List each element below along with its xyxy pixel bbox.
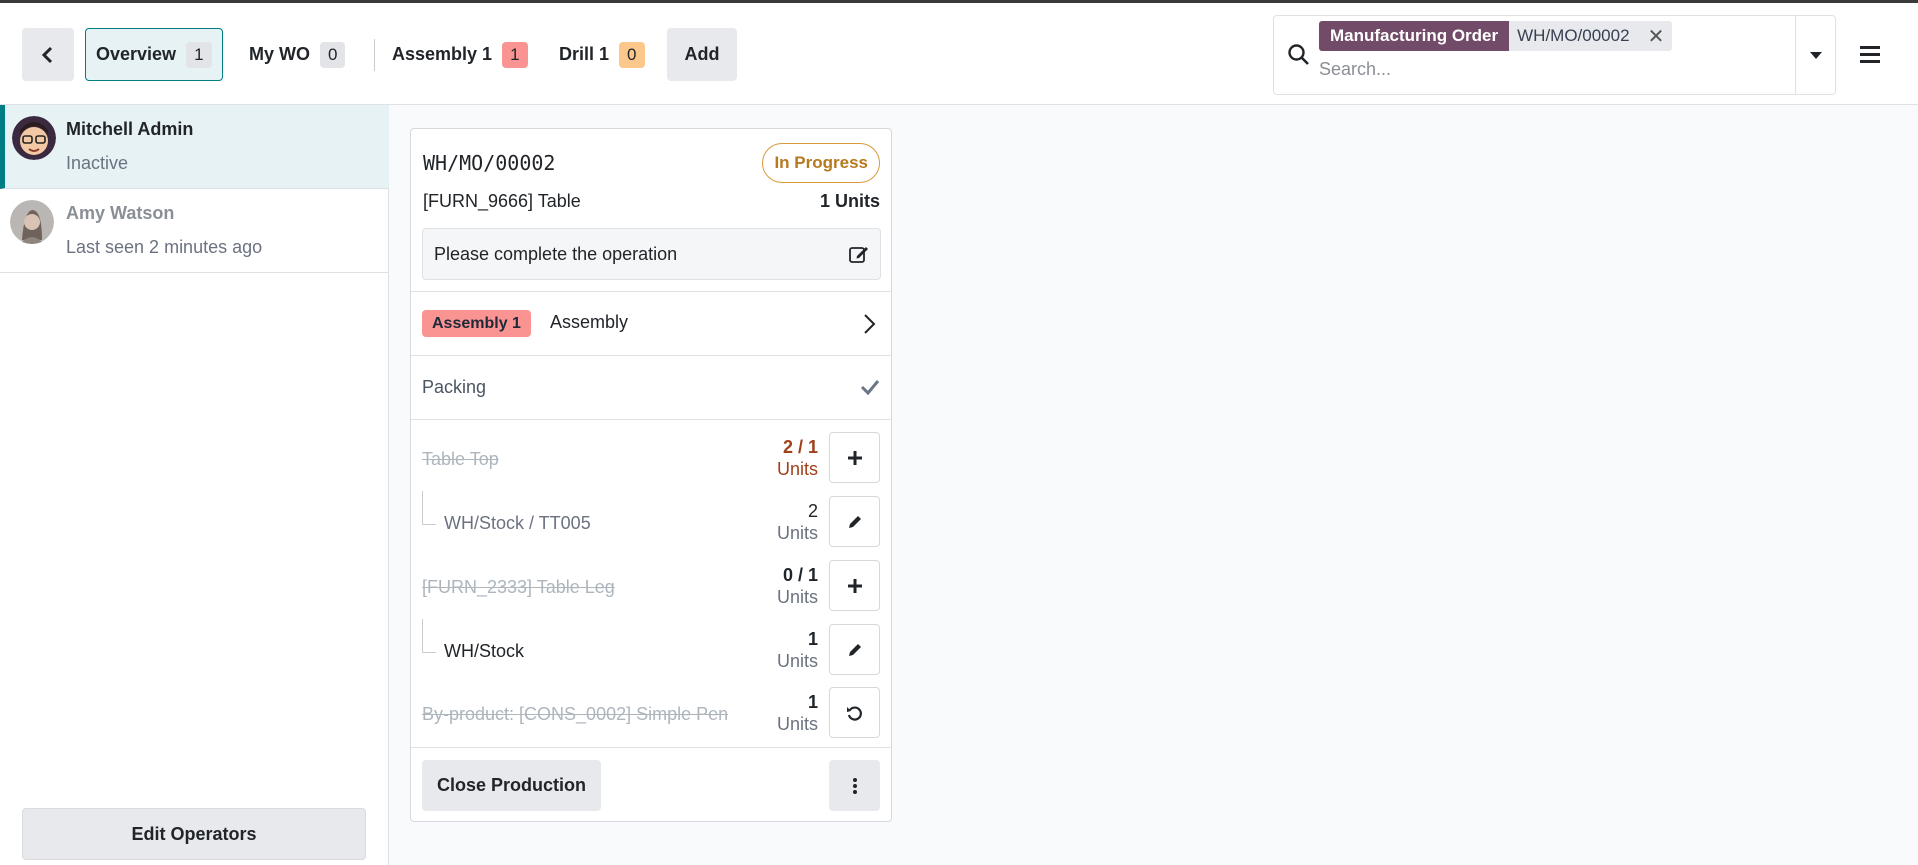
component-location: WH/Stock: [444, 641, 525, 661]
kebab-menu-icon: [852, 777, 857, 794]
divider: [411, 747, 891, 748]
search-facet: Manufacturing Order WH/MO/00002 ✕: [1319, 21, 1673, 51]
product-quantity: 1 Units: [819, 191, 880, 211]
control-panel: Overview 1 My WO 0 Assembly 1 1 Drill 1 …: [0, 3, 1918, 105]
edit-line-button[interactable]: [829, 624, 880, 675]
more-actions-button[interactable]: [829, 760, 880, 811]
tab-count-badge: 1: [502, 41, 528, 68]
avatar: [10, 200, 54, 244]
divider: [411, 355, 891, 356]
operator-status: Last seen 2 minutes ago: [66, 237, 263, 257]
pencil-icon: [848, 643, 861, 656]
operators-panel: Mitchell Admin Inactive Amy Watson Last …: [0, 105, 389, 865]
qty-uom: Units: [776, 714, 818, 734]
close-icon[interactable]: ✕: [1648, 24, 1665, 49]
search-options-toggle[interactable]: [1795, 16, 1835, 94]
mo-name[interactable]: WH/MO/00002: [423, 151, 555, 175]
pencil-icon: [848, 515, 861, 528]
qty-uom: Units: [776, 651, 818, 671]
qty-value: 2: [807, 501, 818, 521]
component-quantity: 1 Units: [777, 691, 818, 735]
tab-count-badge: 0: [619, 41, 645, 68]
qty-value: 0 / 1: [782, 565, 818, 585]
caret-down-icon: [1809, 52, 1822, 59]
component-line-row: WH/Stock 1 Units: [411, 619, 891, 679]
search-icon[interactable]: [1286, 42, 1312, 68]
qty-uom: Units: [776, 459, 818, 479]
check-icon[interactable]: [860, 377, 880, 397]
plus-icon: [847, 578, 862, 593]
tab-count-badge: 0: [320, 41, 346, 68]
menu-icon[interactable]: [1858, 43, 1884, 65]
tab-label: My WO: [249, 44, 310, 64]
qty-value: 2 / 1: [782, 437, 818, 457]
add-quantity-button[interactable]: [829, 560, 880, 611]
search-panel: Manufacturing Order WH/MO/00002 ✕: [1273, 15, 1836, 95]
status-badge: In Progress: [762, 143, 880, 183]
tab-count-badge: 1: [186, 41, 212, 68]
close-production-button[interactable]: Close Production: [422, 760, 601, 811]
component-quantity: 0 / 1 Units: [777, 564, 818, 608]
component-quantity: 2 Units: [777, 500, 818, 544]
facet-value: WH/MO/00002: [1517, 26, 1630, 45]
operator-name: Amy Watson: [66, 203, 175, 223]
tab-overview[interactable]: Overview 1: [85, 28, 223, 81]
component-row: Table Top 2 / 1 Units: [411, 431, 891, 487]
component-quantity: 1 Units: [777, 628, 818, 672]
search-input[interactable]: [1319, 55, 1779, 83]
byproduct-row: By-product: [CONS_0002] Simple Pen 1 Uni…: [411, 686, 891, 742]
operator-name: Mitchell Admin: [66, 119, 194, 139]
component-name: By-product: [CONS_0002] Simple Pen: [422, 704, 729, 724]
component-line-row: WH/Stock / TT005 2 Units: [411, 491, 891, 551]
product-name: [FURN_9666] Table: [423, 191, 581, 211]
edit-icon[interactable]: [848, 243, 870, 265]
operator-status: Inactive: [66, 153, 129, 173]
qty-value: 1: [807, 629, 818, 649]
tab-divider: [374, 39, 375, 71]
operator-item[interactable]: Mitchell Admin Inactive: [0, 105, 389, 189]
tab-drill[interactable]: Drill 1 0: [559, 28, 645, 81]
tab-assembly[interactable]: Assembly 1 1: [392, 28, 528, 81]
edit-operators-button[interactable]: Edit Operators: [22, 808, 366, 860]
add-quantity-button[interactable]: [829, 432, 880, 483]
facet-value-wrap: WH/MO/00002 ✕: [1509, 21, 1673, 51]
avatar: [12, 116, 56, 160]
undo-icon: [846, 705, 862, 721]
step-name[interactable]: Packing: [422, 377, 486, 398]
component-row: [FURN_2333] Table Leg 0 / 1 Units: [411, 559, 891, 615]
workorder-name: Assembly: [550, 312, 629, 332]
divider: [411, 419, 891, 420]
workcenter-tag: Assembly 1: [422, 310, 531, 337]
workorder-row[interactable]: Assembly 1 Assembly: [411, 292, 891, 354]
facet-label: Manufacturing Order: [1319, 21, 1510, 51]
instruction-box[interactable]: Please complete the operation: [422, 228, 881, 280]
qty-value: 1: [807, 692, 818, 712]
tab-label: Drill 1: [559, 44, 610, 64]
chevron-left-icon: [41, 46, 53, 63]
component-name: Table Top: [422, 449, 499, 469]
chevron-right-icon: [864, 314, 876, 334]
qty-uom: Units: [776, 523, 818, 543]
component-quantity: 2 / 1 Units: [777, 436, 818, 480]
reset-quantity-button[interactable]: [829, 687, 880, 738]
plus-icon: [847, 450, 862, 465]
tree-connector: [422, 491, 436, 525]
operator-item[interactable]: Amy Watson Last seen 2 minutes ago: [0, 189, 389, 273]
add-button[interactable]: Add: [667, 28, 737, 81]
tab-label: Overview: [96, 44, 177, 64]
instruction-text: Please complete the operation: [434, 244, 678, 264]
mo-card: WH/MO/00002 In Progress [FURN_9666] Tabl…: [410, 128, 892, 822]
component-name: [FURN_2333] Table Leg: [422, 577, 615, 597]
tab-my-wo[interactable]: My WO 0: [249, 28, 346, 81]
qty-uom: Units: [776, 587, 818, 607]
back-button[interactable]: [22, 28, 74, 81]
tree-connector: [422, 619, 436, 653]
component-location: WH/Stock / TT005: [444, 513, 591, 533]
edit-line-button[interactable]: [829, 496, 880, 547]
tab-label: Assembly 1: [392, 44, 493, 64]
